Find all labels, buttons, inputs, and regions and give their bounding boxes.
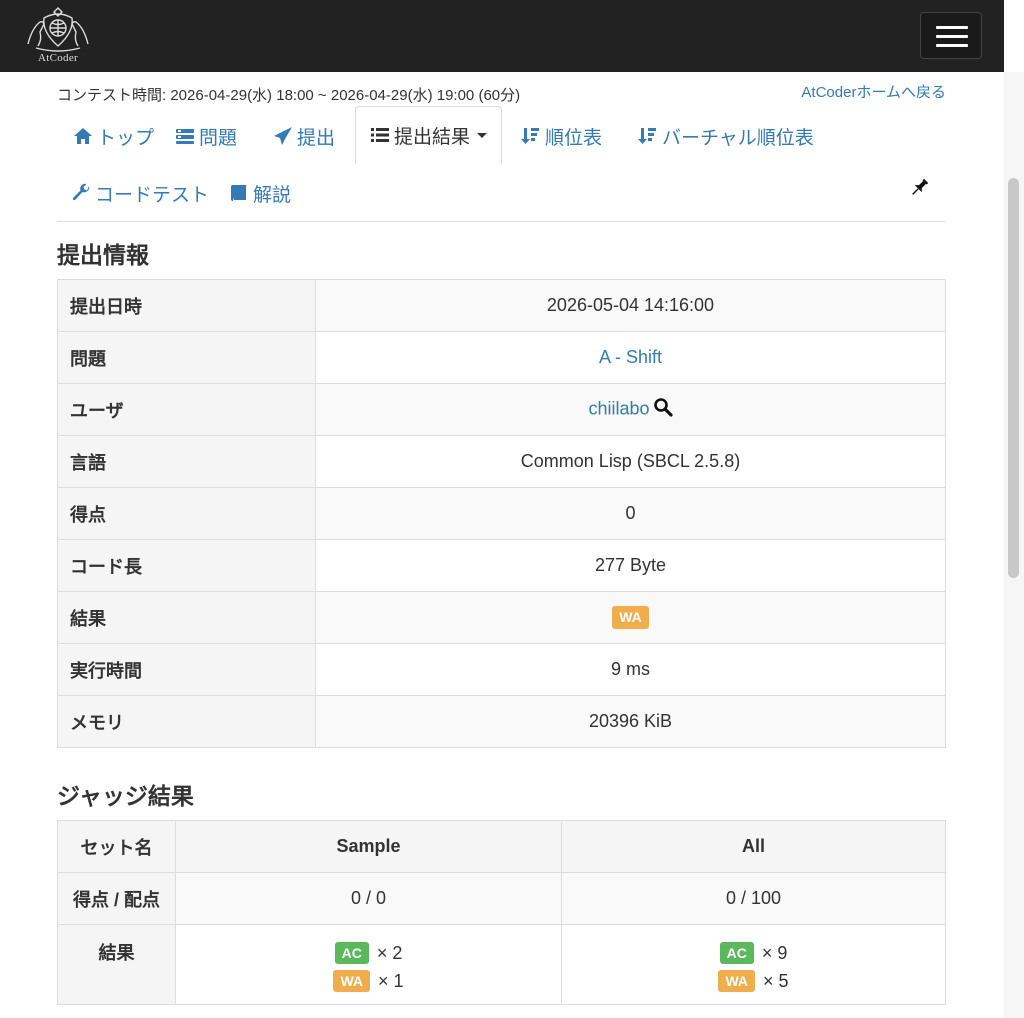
book-icon	[229, 183, 249, 203]
status-badge: AC	[334, 941, 369, 965]
table-row: 提出日時 2026-05-04 14:16:00	[57, 279, 946, 332]
tasks-icon	[175, 126, 195, 146]
tab-virtual-standings[interactable]: バーチャル順位表	[638, 108, 814, 164]
result-line: WA × 5	[562, 967, 945, 995]
contest-nav-tabs: トップ 問題 提出 提出結果 順位表 バーチャル順位表 コードテスト 解説	[57, 106, 946, 222]
home-link[interactable]: AtCoderホームへ戻る	[801, 81, 946, 102]
scrollbar[interactable]	[1004, 72, 1024, 1018]
menu-toggle-button[interactable]	[920, 12, 982, 59]
sort-icon	[521, 126, 541, 146]
table-row: メモリ 20396 KiB	[57, 695, 946, 748]
submission-info-table: 提出日時 2026-05-04 14:16:00 問題 A - Shift ユー…	[57, 279, 946, 748]
status-badge: AC	[719, 941, 754, 965]
table-row: 実行時間 9 ms	[57, 643, 946, 696]
all-results: AC × 9 WA × 5	[561, 924, 946, 1005]
submission-time: 2026-05-04 14:16:00	[315, 279, 946, 332]
table-row: 結果 AC × 2 WA × 1 AC × 9 WA × 5	[57, 924, 946, 1005]
sample-results: AC × 2 WA × 1	[175, 924, 562, 1005]
judge-result-heading: ジャッジ結果	[57, 783, 194, 809]
table-row: 得点 0	[57, 487, 946, 540]
pin-icon[interactable]	[907, 176, 931, 200]
language-value: Common Lisp (SBCL 2.5.8)	[315, 435, 946, 488]
table-row: コード長 277 Byte	[57, 539, 946, 592]
exec-time-value: 9 ms	[315, 643, 946, 696]
send-icon	[273, 126, 293, 146]
problem-link[interactable]: A - Shift	[599, 347, 662, 367]
chevron-down-icon	[477, 132, 488, 138]
atcoder-logo[interactable]: AtCoder	[18, 4, 98, 68]
status-badge: WA	[333, 969, 371, 993]
code-length-value: 277 Byte	[315, 539, 946, 592]
wrench-icon	[71, 183, 91, 203]
all-score: 0 / 100	[561, 872, 946, 925]
status-badge: WA	[612, 606, 649, 629]
user-link[interactable]: chiilabo	[588, 398, 649, 418]
table-row: ユーザ chiilabo	[57, 383, 946, 436]
list-icon	[370, 125, 390, 145]
search-icon[interactable]	[653, 397, 673, 422]
result-line: AC × 2	[176, 939, 561, 967]
status-badge: WA	[718, 969, 756, 993]
judge-result-table: セット名 Sample All 得点 / 配点 0 / 0 0 / 100 結果…	[57, 820, 946, 1005]
table-row: 言語 Common Lisp (SBCL 2.5.8)	[57, 435, 946, 488]
tab-custom-test[interactable]: コードテスト	[71, 165, 209, 221]
tab-editorial[interactable]: 解説	[229, 165, 291, 221]
score-value: 0	[315, 487, 946, 540]
result-line: WA × 1	[176, 967, 561, 995]
table-header-row: セット名 Sample All	[57, 820, 946, 873]
result-line: AC × 9	[562, 939, 945, 967]
tab-submit[interactable]: 提出	[273, 108, 335, 164]
contest-time: コンテスト時間: 2026-04-29(水) 18:00 ~ 2026-04-2…	[57, 87, 521, 104]
table-row: 結果 WA	[57, 591, 946, 644]
table-row: 得点 / 配点 0 / 0 0 / 100	[57, 872, 946, 925]
submission-info-heading: 提出情報	[57, 242, 149, 268]
memory-value: 20396 KiB	[315, 695, 946, 748]
table-row: 問題 A - Shift	[57, 331, 946, 384]
navbar: AtCoder	[0, 0, 1004, 72]
logo-crest-icon	[27, 7, 89, 52]
tab-top[interactable]: トップ	[73, 108, 154, 164]
logo-text: AtCoder	[38, 52, 78, 64]
tab-submissions[interactable]: 提出結果	[355, 106, 503, 164]
home-icon	[73, 126, 93, 146]
scrollbar-thumb[interactable]	[1008, 178, 1019, 578]
sample-score: 0 / 0	[175, 872, 562, 925]
tab-standings[interactable]: 順位表	[521, 108, 602, 164]
sort-icon	[638, 126, 658, 146]
tab-tasks[interactable]: 問題	[175, 108, 237, 164]
hamburger-icon	[936, 26, 968, 29]
